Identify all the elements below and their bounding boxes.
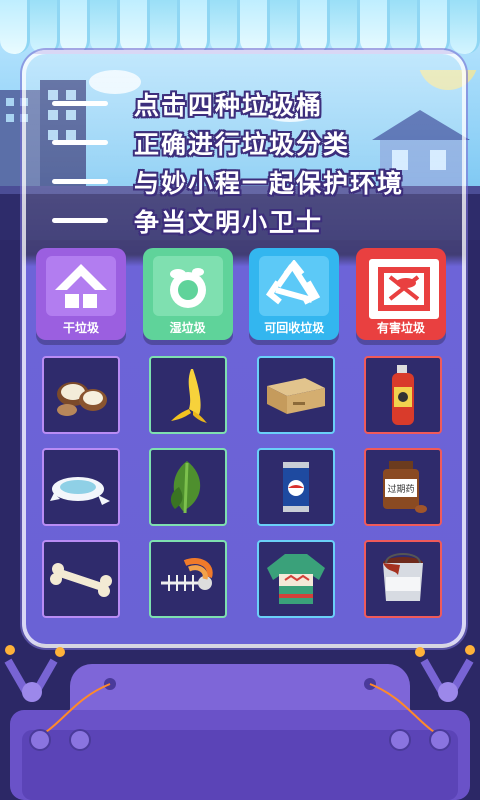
- waste-item[interactable]: [149, 448, 228, 526]
- coconut-shell-icon: [57, 382, 107, 416]
- instruction-text: 争当文明小卫士: [134, 207, 324, 237]
- fish-bone-shrimp-icon: [161, 557, 213, 591]
- vegetable-leaf-icon: [171, 461, 201, 514]
- bin-row: 干垃圾 湿垃圾 可回收垃圾 有害垃圾: [36, 248, 446, 340]
- insecticide-spray-icon: [391, 365, 414, 425]
- grid-row: [42, 356, 442, 434]
- hazardous-bin[interactable]: 有害垃圾: [355, 248, 446, 340]
- grid-row: 过期药: [42, 448, 442, 526]
- waste-item[interactable]: [363, 540, 442, 618]
- grid-row: [42, 540, 442, 618]
- banana-peel-icon: [171, 369, 208, 423]
- wet-waste-icon: [152, 256, 223, 316]
- hazardous-icon: [365, 256, 442, 322]
- instruction-line: 争当文明小卫士: [52, 201, 452, 240]
- wet-waste-bin[interactable]: 湿垃圾: [142, 248, 233, 340]
- soda-can-icon: [282, 462, 309, 512]
- sweater-icon: [266, 554, 325, 604]
- instruction-line: 点击四种垃圾桶: [52, 84, 452, 123]
- instruction-line: 正确进行垃圾分类: [52, 123, 452, 162]
- bin-label: 湿垃圾: [169, 321, 206, 335]
- instruction-text: 与妙小程一起保护环境: [134, 168, 405, 198]
- expired-medicine-icon: 过期药: [382, 461, 427, 513]
- waste-item[interactable]: [42, 448, 120, 526]
- waste-item[interactable]: [256, 356, 335, 434]
- sorting-machine: [4, 645, 475, 800]
- waste-item[interactable]: [42, 356, 120, 434]
- bin-label: 有害垃圾: [376, 321, 425, 335]
- instruction-line: 与妙小程一起保护环境: [52, 162, 452, 201]
- bone-icon: [50, 563, 112, 597]
- cardboard-box-icon: [266, 378, 325, 414]
- broken-plate-icon: [50, 477, 110, 505]
- waste-item[interactable]: [363, 356, 442, 434]
- bin-label: 可回收垃圾: [264, 321, 325, 335]
- dry-waste-icon: [46, 256, 116, 316]
- waste-item[interactable]: [256, 448, 335, 526]
- waste-item-grid: 过期药: [42, 356, 442, 632]
- waste-item[interactable]: [256, 540, 335, 618]
- bin-label: 干垃圾: [62, 321, 99, 335]
- paint-bucket-icon: [382, 553, 423, 601]
- recyclable-bin[interactable]: 可回收垃圾: [249, 248, 340, 340]
- instruction-text: 点击四种垃圾桶: [134, 90, 324, 120]
- instruction-list: 点击四种垃圾桶 正确进行垃圾分类 与妙小程一起保护环境 争当文明小卫士: [52, 84, 452, 240]
- waste-item[interactable]: [42, 540, 120, 618]
- waste-item[interactable]: [149, 540, 228, 618]
- waste-item[interactable]: 过期药: [363, 448, 442, 526]
- waste-item[interactable]: [149, 356, 228, 434]
- dry-waste-bin[interactable]: 干垃圾: [36, 248, 126, 340]
- medicine-label: 过期药: [387, 483, 414, 495]
- recycle-icon: [259, 256, 330, 316]
- instruction-text: 正确进行垃圾分类: [134, 129, 351, 159]
